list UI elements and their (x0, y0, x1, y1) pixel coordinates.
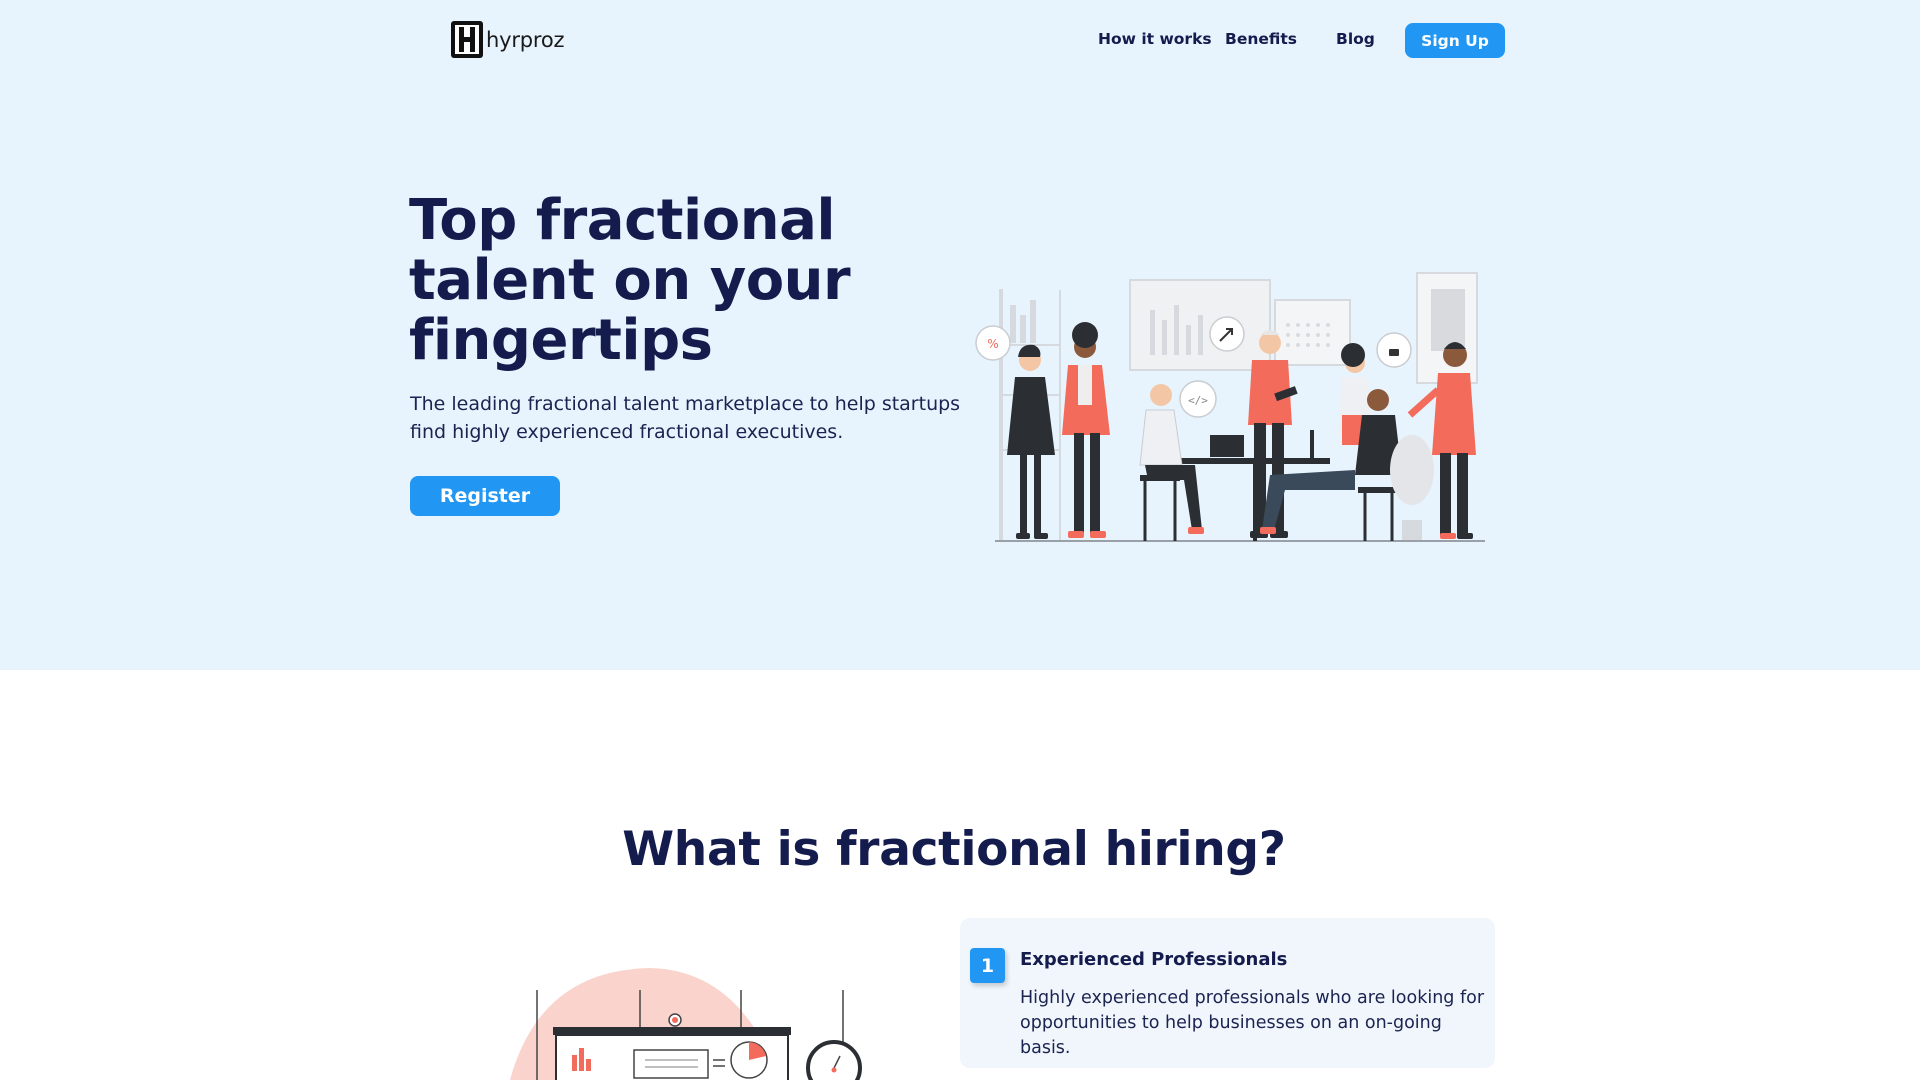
feature-card: 1 Experienced Professionals Highly exper… (960, 918, 1495, 1068)
hero-team-illustration: % </> (970, 265, 1490, 547)
hero-title: Top fractional talent on your fingertips (409, 188, 851, 373)
hero-subtitle: The leading fractional talent marketplac… (410, 393, 961, 443)
brand-name: hyrproz (486, 27, 565, 52)
presentation-illustration (500, 960, 880, 1080)
feature-number-badge: 1 (970, 948, 1005, 983)
feature-title: Experienced Professionals (1020, 949, 1288, 970)
nav-how-it-works[interactable]: How it works (1098, 30, 1212, 48)
section-title: What is fractional hiring? (622, 822, 1286, 877)
feature-description: Highly experienced professionals who are… (1020, 988, 1485, 1058)
percent-badge: % (987, 337, 998, 351)
nav-blog[interactable]: Blog (1336, 30, 1375, 48)
logo-mark-icon (451, 21, 483, 58)
signup-button[interactable]: Sign Up (1405, 23, 1505, 58)
nav-benefits[interactable]: Benefits (1225, 30, 1297, 48)
register-button[interactable]: Register (410, 476, 560, 516)
brand-logo[interactable]: hyrproz (451, 21, 565, 58)
svg-text:</>: </> (1188, 394, 1208, 407)
